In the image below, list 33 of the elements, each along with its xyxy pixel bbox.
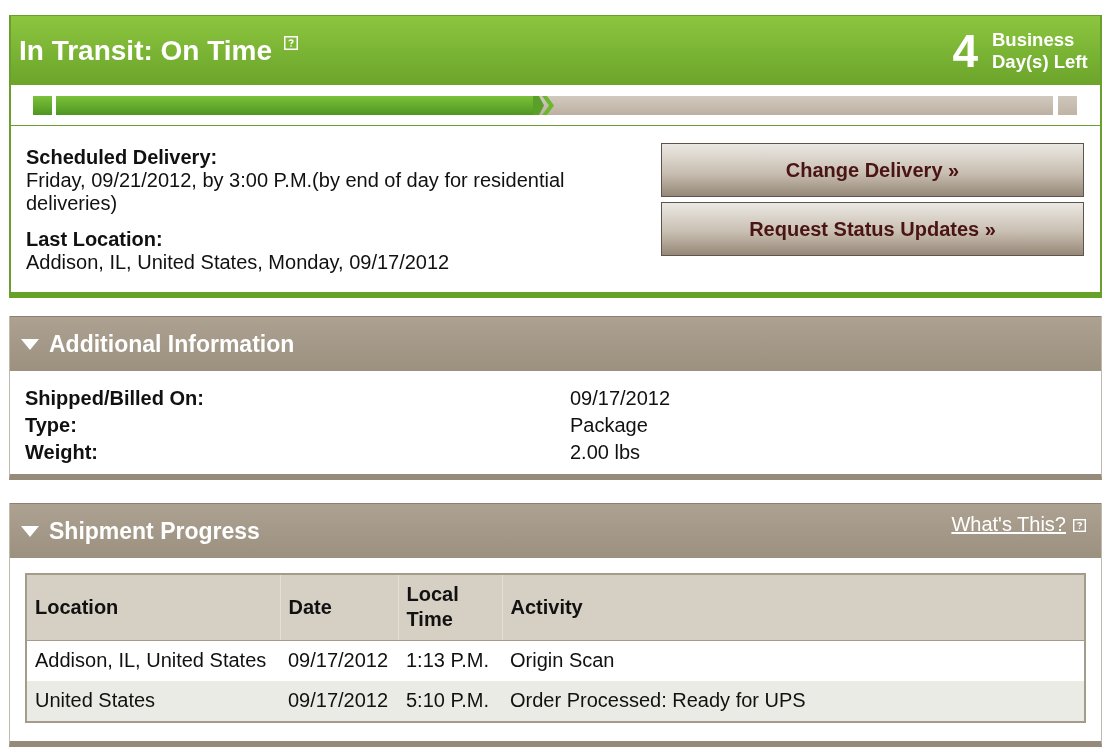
- table-cell: Origin Scan: [502, 640, 1085, 681]
- column-header: Date: [280, 574, 398, 640]
- expand-triangle-icon[interactable]: [21, 525, 39, 537]
- start-marker-icon: [33, 95, 52, 115]
- help-icon[interactable]: [1073, 519, 1086, 532]
- days-left-label: Business Day(s) Left: [992, 28, 1089, 73]
- info-value: 2.00 lbs: [570, 441, 641, 464]
- table-cell: Order Processed: Ready for UPS: [502, 680, 1085, 722]
- scheduled-delivery-value: Friday, 09/21/2012, by 3:00 P.M.(by end of day for residential deliveries): [26, 169, 566, 215]
- scheduled-delivery-label: Scheduled Delivery:: [26, 146, 219, 169]
- action-button[interactable]: Change Delivery »: [661, 143, 1084, 197]
- section-title: Shipment Progress: [49, 517, 260, 545]
- table-cell: United States: [26, 680, 280, 722]
- table-cell: 5:10 P.M.: [398, 680, 502, 722]
- info-value: Package: [570, 414, 648, 437]
- days-left-count: 4: [952, 25, 978, 76]
- table-cell: Addison, IL, United States: [26, 640, 280, 681]
- help-icon[interactable]: [284, 35, 299, 50]
- info-label: Shipped/Billed On:: [25, 387, 205, 410]
- end-marker-icon: [1058, 95, 1077, 115]
- info-label: Weight:: [25, 441, 99, 464]
- section-title: Additional Information: [49, 330, 295, 358]
- info-value: 09/17/2012: [570, 387, 671, 410]
- column-header: Location: [26, 574, 280, 640]
- column-header: Local Time: [398, 574, 502, 640]
- expand-triangle-icon[interactable]: [21, 338, 39, 350]
- status-title: In Transit: On Time: [19, 33, 273, 68]
- last-location-value: Addison, IL, United States, Monday, 09/17/2012: [26, 251, 451, 274]
- column-header: Activity: [502, 574, 1085, 640]
- info-label: Type:: [25, 414, 78, 437]
- action-button[interactable]: Request Status Updates »: [661, 202, 1084, 256]
- table-cell: 09/17/2012: [280, 680, 398, 722]
- last-location-label: Last Location:: [26, 228, 164, 251]
